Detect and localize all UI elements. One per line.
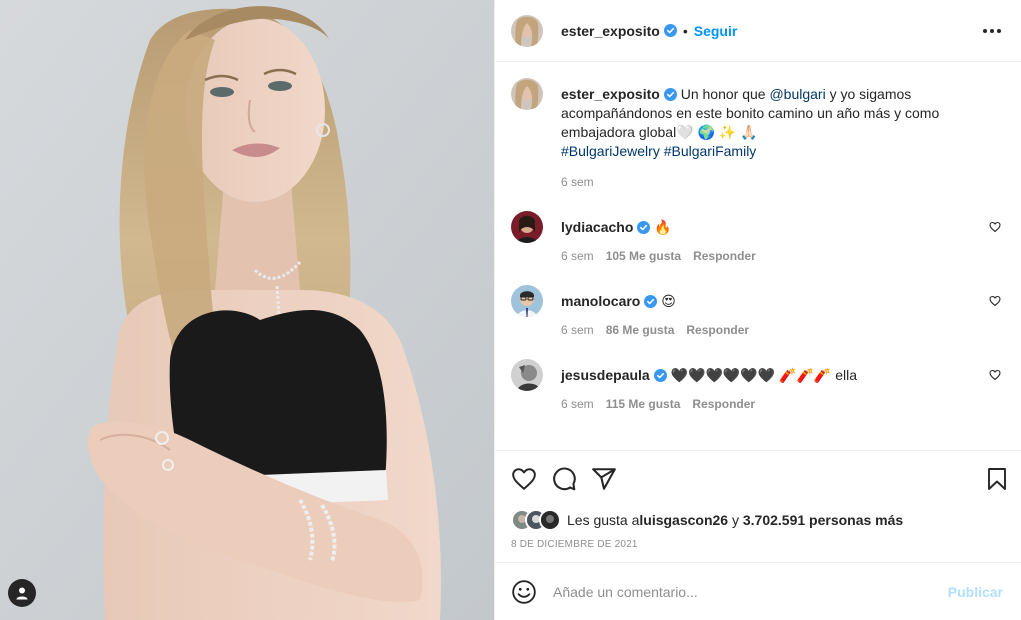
likes-count-link[interactable]: 3.702.591 personas más [743, 512, 903, 528]
verified-badge-icon [663, 24, 677, 37]
publish-button[interactable]: Publicar [948, 584, 1003, 600]
smiley-icon[interactable] [511, 579, 537, 605]
comment-meta: 6 sem 86 Me gusta Responder [561, 323, 977, 337]
comment-time[interactable]: 6 sem [561, 323, 594, 337]
action-icons-bar [511, 451, 1006, 507]
commenter-avatar-image [511, 211, 543, 243]
comment-time[interactable]: 6 sem [561, 249, 594, 263]
commenter-avatar[interactable] [511, 359, 543, 391]
post-date[interactable]: 8 DE DICIEMBRE DE 2021 [511, 539, 1005, 550]
comment-text: lydiacacho 🔥 [561, 211, 977, 237]
post-caption: ester_exposito Un honor que @bulgari y y… [511, 78, 1005, 189]
caption-avatar-image [511, 78, 543, 110]
bookmark-icon[interactable] [985, 466, 1009, 492]
caption-body: ester_exposito Un honor que @bulgari y y… [561, 78, 1005, 189]
comment-item: jesusdepaula 🖤🖤🖤🖤🖤🖤 🧨🧨🧨 ella 6 sem 115 M… [511, 359, 1005, 411]
user-tag-icon[interactable] [8, 579, 36, 607]
comment-input[interactable] [553, 583, 948, 600]
add-comment-bar: Publicar [495, 562, 1021, 620]
post-photo[interactable] [0, 0, 494, 620]
verified-badge-icon [653, 369, 667, 382]
liker-avatars[interactable] [511, 509, 561, 531]
caption-meta: 6 sem [561, 175, 977, 189]
caption-mention-link[interactable]: @bulgari [769, 86, 825, 102]
follow-button[interactable]: Seguir [694, 23, 738, 39]
more-options-icon[interactable] [979, 23, 1005, 39]
author-avatar[interactable] [511, 14, 543, 47]
comment-username[interactable]: jesusdepaula [561, 367, 650, 383]
comment-like-heart-icon[interactable] [989, 295, 1001, 307]
comment-time[interactable]: 6 sem [561, 397, 594, 411]
comment-item: lydiacacho 🔥 6 sem 105 Me gusta Responde… [511, 211, 1005, 263]
likes-prefix: Les gusta a [567, 512, 640, 528]
comment-bubble-icon[interactable] [551, 466, 577, 492]
comment-likes-count[interactable]: 86 Me gusta [606, 323, 675, 337]
reply-button[interactable]: Responder [693, 249, 756, 263]
post-side-panel: ester_exposito • Seguir ester_exposito U… [494, 0, 1021, 620]
verified-badge-icon [663, 88, 677, 101]
hashtag-link[interactable]: #BulgariFamily [664, 143, 757, 159]
paper-plane-icon[interactable] [591, 466, 617, 492]
caption-username[interactable]: ester_exposito [561, 86, 660, 102]
comment-text: jesusdepaula 🖤🖤🖤🖤🖤🖤 🧨🧨🧨 ella [561, 359, 977, 385]
instagram-post: ester_exposito • Seguir ester_exposito U… [0, 0, 1021, 620]
comment-content: 😍 [661, 293, 676, 309]
comment-meta: 6 sem 115 Me gusta Responder [561, 397, 977, 411]
caption-text: ester_exposito Un honor que @bulgari y y… [561, 78, 977, 161]
caption-author-avatar[interactable] [511, 78, 543, 110]
comment-likes-count[interactable]: 105 Me gusta [606, 249, 681, 263]
comment-meta: 6 sem 105 Me gusta Responder [561, 249, 977, 263]
user-tag-icon-glyph [16, 587, 28, 600]
comment-username[interactable]: lydiacacho [561, 219, 633, 235]
liker-avatar [539, 509, 561, 531]
likes-middle: y [728, 512, 743, 528]
verified-badge-icon [644, 295, 658, 308]
caption-text-part1: Un honor que [676, 86, 770, 102]
commenter-avatar[interactable] [511, 211, 543, 243]
likes-summary: Les gusta a luisgascon26 y 3.702.591 per… [511, 507, 1005, 533]
verified-badge-icon [637, 221, 651, 234]
post-header: ester_exposito • Seguir [495, 0, 1021, 62]
post-actions: Les gusta a luisgascon26 y 3.702.591 per… [495, 450, 1021, 562]
comment-username[interactable]: manolocaro [561, 293, 640, 309]
caption-emojis: 🤍 🌍 ✨ 🙏🏻 [676, 124, 758, 140]
reply-button[interactable]: Responder [692, 397, 755, 411]
commenter-avatar-image [511, 285, 543, 317]
commenter-avatar[interactable] [511, 285, 543, 317]
comment-item: manolocaro 😍 6 sem 86 Me gusta Responder [511, 285, 1005, 337]
likes-user-link[interactable]: luisgascon26 [639, 512, 728, 528]
comment-body: manolocaro 😍 6 sem 86 Me gusta Responder [561, 285, 1005, 337]
comment-body: jesusdepaula 🖤🖤🖤🖤🖤🖤 🧨🧨🧨 ella 6 sem 115 M… [561, 359, 1005, 411]
author-username[interactable]: ester_exposito [561, 23, 660, 39]
comment-like-heart-icon[interactable] [989, 221, 1001, 233]
portrait-image [0, 0, 494, 620]
comment-body: lydiacacho 🔥 6 sem 105 Me gusta Responde… [561, 211, 1005, 263]
hashtag-link[interactable]: #BulgariJewelry [561, 143, 660, 159]
comments-list[interactable]: ester_exposito Un honor que @bulgari y y… [495, 62, 1021, 450]
comment-content: 🔥 [654, 219, 672, 235]
heart-icon[interactable] [511, 466, 537, 492]
caption-time[interactable]: 6 sem [561, 175, 594, 189]
comment-like-heart-icon[interactable] [989, 369, 1001, 381]
comment-likes-count[interactable]: 115 Me gusta [606, 397, 681, 411]
reply-button[interactable]: Responder [686, 323, 749, 337]
header-separator: • [682, 22, 688, 39]
author-avatar-image [511, 14, 543, 47]
comment-text: manolocaro 😍 [561, 285, 977, 311]
comment-content: 🖤🖤🖤🖤🖤🖤 🧨🧨🧨 ella [670, 367, 858, 383]
commenter-avatar-image [511, 359, 543, 391]
